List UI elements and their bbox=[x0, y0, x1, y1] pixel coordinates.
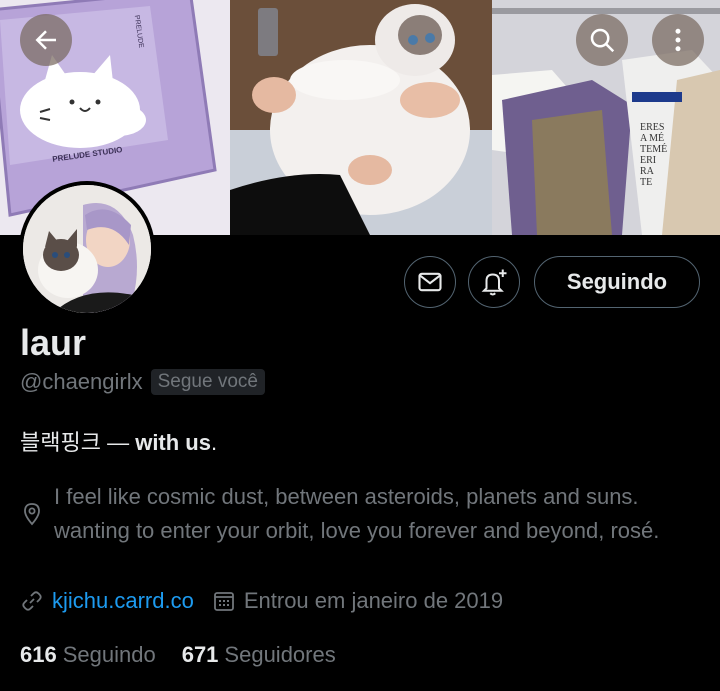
location-icon bbox=[24, 503, 40, 526]
bio-korean: 블랙핑크 bbox=[20, 430, 101, 455]
bio-end: . bbox=[210, 430, 218, 455]
back-arrow-icon bbox=[35, 30, 56, 50]
follows-you-badge: Segue você bbox=[150, 369, 265, 395]
following-label: Seguindo bbox=[62, 642, 156, 667]
bio-bold: with us bbox=[135, 430, 211, 455]
meta-row: kjichu.carrd.co Entrou em janeiro de 201… bbox=[20, 588, 503, 614]
banner-photo-cat bbox=[230, 0, 492, 235]
bio-separator: — bbox=[100, 430, 136, 455]
banner-clothes-print: ERES A MÉ TEMÉ ERI RA TE bbox=[640, 122, 668, 188]
bell-plus-icon bbox=[481, 269, 507, 296]
handle-row: @chaengirlx Segue você bbox=[20, 369, 265, 395]
notifications-button[interactable] bbox=[468, 256, 520, 308]
following-count: 616 bbox=[20, 642, 57, 667]
website-link[interactable]: kjichu.carrd.co bbox=[52, 588, 194, 614]
more-options-button[interactable] bbox=[652, 14, 704, 66]
calendar-icon bbox=[213, 592, 234, 611]
avatar[interactable] bbox=[19, 181, 155, 317]
username-handle: @chaengirlx bbox=[20, 369, 143, 394]
location-row: I feel like cosmic dust, between asteroi… bbox=[20, 480, 700, 548]
following-button[interactable]: Seguindo bbox=[534, 256, 700, 308]
bio: 블랙핑크 — with us. bbox=[20, 425, 217, 457]
search-button[interactable] bbox=[576, 14, 628, 66]
followers-count: 671 bbox=[181, 642, 219, 667]
more-vertical-icon bbox=[675, 28, 681, 52]
followers-label: Seguidores bbox=[224, 642, 336, 667]
join-date: Entrou em janeiro de 2019 bbox=[243, 588, 504, 613]
display-name: laur bbox=[20, 322, 87, 363]
mail-icon bbox=[418, 272, 442, 292]
link-icon bbox=[22, 591, 42, 611]
message-button[interactable] bbox=[404, 256, 456, 308]
back-button[interactable] bbox=[20, 14, 72, 66]
location-text: I feel like cosmic dust, between asteroi… bbox=[54, 484, 660, 543]
search-icon bbox=[590, 28, 615, 53]
following-stat[interactable]: 616 Seguindo bbox=[20, 642, 156, 668]
followers-stat[interactable]: 671 Seguidores bbox=[182, 642, 336, 668]
follow-stats: 616 Seguindo 671 Seguidores bbox=[20, 642, 336, 668]
